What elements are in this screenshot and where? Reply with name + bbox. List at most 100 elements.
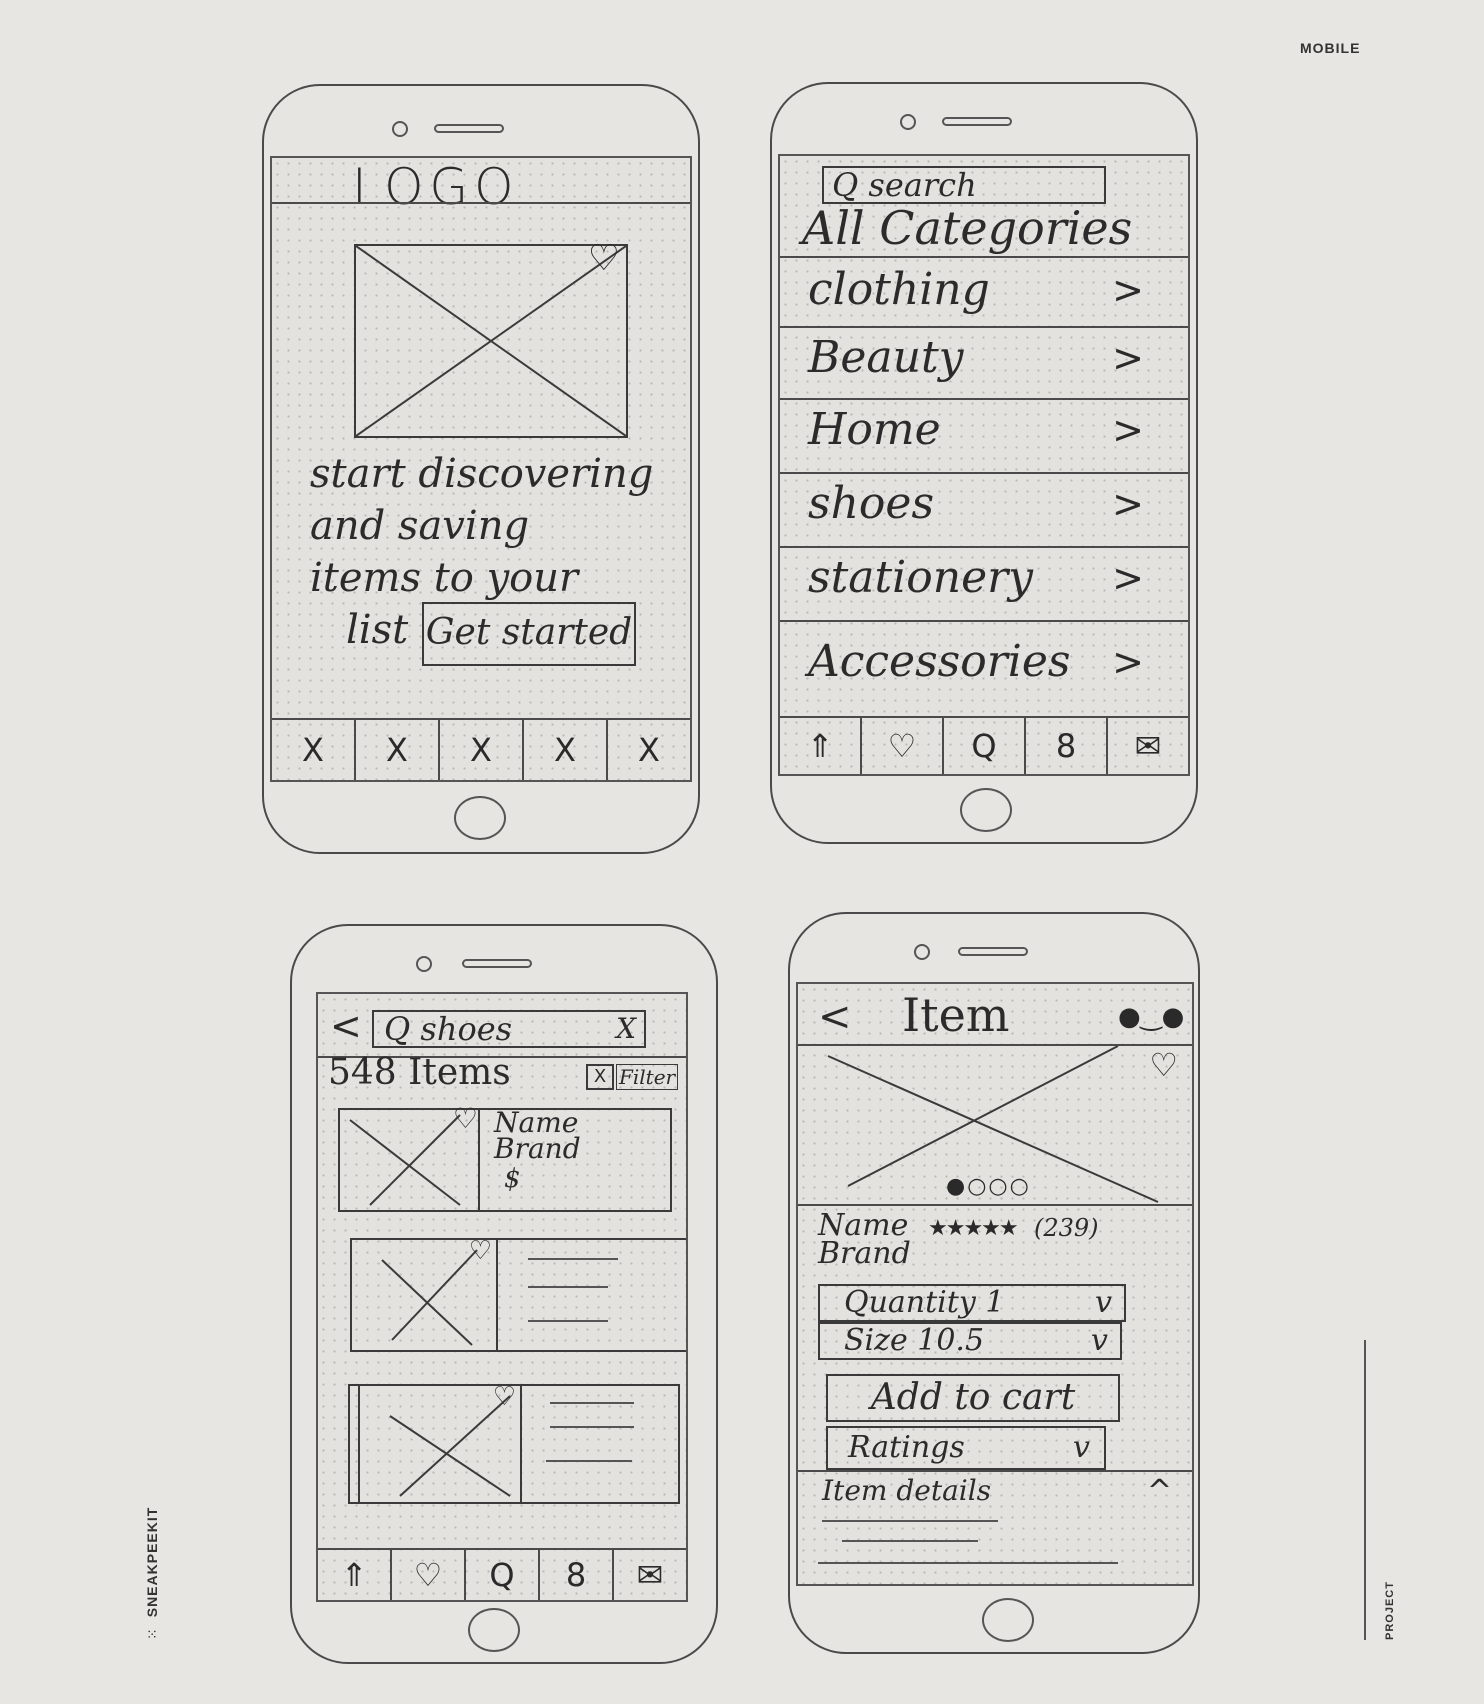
details-divider [798, 1470, 1192, 1472]
size-select[interactable]: Size 10.5 v [818, 1322, 1122, 1360]
ratings-label: Ratings [848, 1430, 965, 1465]
category-label: shoes [808, 478, 935, 529]
favorite-heart-icon[interactable]: ♡ [453, 1102, 478, 1135]
search-box[interactable]: Q search [822, 166, 1106, 204]
tab-bar: ⇑ ♡ Q 8 ✉ [318, 1548, 686, 1600]
result-price: $ [504, 1164, 521, 1194]
chevron-right-icon: > [1112, 640, 1144, 684]
text-line-placeholder [822, 1520, 998, 1522]
tab-profile-icon[interactable]: 8 [1026, 718, 1108, 774]
back-chevron-icon[interactable]: < [818, 994, 852, 1040]
back-chevron-icon[interactable]: < [330, 1004, 362, 1048]
speaker-icon [942, 117, 1012, 126]
share-icon[interactable]: ●‿● [1118, 1002, 1184, 1032]
phone-frame-results: < Q shoes X 548 Items X Filter ♡ Name Br… [290, 924, 718, 1664]
result-card-1[interactable]: ♡ Name Brand $ [338, 1102, 672, 1212]
tab-bar: X X X X X [272, 718, 690, 780]
all-categories-header: All Categories [802, 201, 1133, 255]
home-button-icon [468, 1608, 520, 1652]
tab-search-icon[interactable]: Q [944, 718, 1026, 774]
camera-icon [416, 956, 432, 972]
tab-favorites-icon[interactable]: ♡ [392, 1550, 466, 1600]
tab-cart-icon[interactable]: ✉ [614, 1550, 686, 1600]
review-count: (239) [1034, 1214, 1099, 1242]
quantity-label: Quantity 1 [844, 1285, 1005, 1320]
home-button-icon [960, 788, 1012, 832]
camera-icon [900, 114, 916, 130]
category-label: Beauty [808, 332, 964, 383]
home-button-icon [454, 796, 506, 840]
product-brand: Brand [818, 1236, 911, 1271]
tab-home-icon[interactable]: ⇑ [318, 1550, 392, 1600]
project-vertical: PROJECT [1378, 1581, 1397, 1640]
tab-placeholder-4[interactable]: X [524, 720, 608, 780]
category-row-accessories[interactable]: Accessories > [780, 622, 1188, 704]
brand-label: SNEAKPEEKIT [144, 1506, 160, 1618]
category-label: Accessories [808, 636, 1071, 687]
brand-grid-icon: ⁙ [145, 1627, 161, 1640]
tab-placeholder-2[interactable]: X [356, 720, 440, 780]
item-details-row[interactable]: Item details ^ [798, 1474, 1192, 1514]
rating-stars: ★★★★★ [928, 1216, 1019, 1241]
tab-favorites-icon[interactable]: ♡ [862, 718, 944, 774]
tab-profile-icon[interactable]: 8 [540, 1550, 614, 1600]
item-title: Item [902, 988, 1010, 1042]
text-line-placeholder [842, 1540, 978, 1542]
result-count: 548 Items [328, 1052, 511, 1093]
result-image-placeholder: ♡ [350, 1236, 498, 1352]
tab-search-icon[interactable]: Q [466, 1550, 540, 1600]
favorite-heart-icon[interactable]: ♡ [588, 238, 620, 279]
chevron-right-icon: > [1112, 408, 1144, 452]
tab-placeholder-3[interactable]: X [440, 720, 524, 780]
filter-label[interactable]: Filter [616, 1064, 679, 1090]
result-image-placeholder: ♡ [358, 1382, 522, 1504]
favorite-heart-icon[interactable]: ♡ [493, 1382, 516, 1412]
phone-frame-landing: LOGO ♡ start discovering and saving item… [262, 84, 700, 854]
text-line-placeholder [550, 1402, 634, 1404]
category-label: clothing [808, 264, 990, 315]
favorite-heart-icon[interactable]: ♡ [469, 1236, 492, 1266]
product-image-placeholder[interactable]: ♡ ●○○○ [798, 1046, 1192, 1206]
category-label: stationery [808, 552, 1034, 603]
category-row-home[interactable]: Home > [780, 400, 1188, 474]
tagline-line-1: start discovering [310, 451, 654, 497]
clear-icon[interactable]: X [616, 1012, 636, 1046]
screen-categories: Q search All Categories clothing > Beaut… [778, 154, 1190, 776]
chevron-right-icon: > [1112, 482, 1144, 526]
filter-icon[interactable]: X [586, 1064, 614, 1090]
header-divider [780, 256, 1188, 258]
chevron-down-icon: v [1095, 1285, 1112, 1320]
tab-placeholder-5[interactable]: X [608, 720, 690, 780]
category-row-stationery[interactable]: stationery > [780, 548, 1188, 622]
chevron-right-icon: > [1112, 556, 1144, 600]
speaker-icon [434, 124, 504, 133]
image-pager-dots[interactable]: ●○○○ [946, 1174, 1031, 1199]
ratings-row[interactable]: Ratings v [826, 1426, 1106, 1470]
search-input[interactable]: Q shoes X [372, 1010, 646, 1048]
add-to-cart-button[interactable]: Add to cart [826, 1374, 1120, 1422]
category-row-clothing[interactable]: clothing > [780, 260, 1188, 328]
tab-cart-icon[interactable]: ✉ [1108, 718, 1188, 774]
result-card-3[interactable]: ♡ [348, 1382, 680, 1504]
tab-placeholder-1[interactable]: X [272, 720, 356, 780]
chevron-right-icon: > [1112, 268, 1144, 312]
text-line-placeholder [528, 1258, 618, 1260]
phone-frame-item-detail: < Item ●‿● ♡ ●○○○ Name ★★★★★ (239) Brand… [788, 912, 1200, 1654]
category-row-beauty[interactable]: Beauty > [780, 328, 1188, 400]
get-started-button[interactable]: Get started [422, 602, 636, 666]
search-label: Q search [832, 166, 977, 204]
logo: LOGO [352, 158, 520, 216]
result-card-2[interactable]: ♡ [350, 1236, 686, 1352]
category-row-shoes[interactable]: shoes > [780, 474, 1188, 548]
item-details-label: Item details [822, 1474, 992, 1507]
tab-home-icon[interactable]: ⇑ [780, 718, 862, 774]
favorite-heart-icon[interactable]: ♡ [1149, 1046, 1178, 1084]
tagline-line-3: items to your [310, 555, 579, 601]
header-divider [272, 202, 690, 204]
text-line-placeholder [818, 1562, 1118, 1564]
mobile-label: MOBILE [1300, 40, 1361, 56]
speaker-icon [462, 959, 532, 968]
category-label: Home [808, 404, 941, 455]
brand-vertical: ⁙ SNEAKPEEKIT [142, 1507, 161, 1640]
quantity-select[interactable]: Quantity 1 v [818, 1284, 1126, 1322]
